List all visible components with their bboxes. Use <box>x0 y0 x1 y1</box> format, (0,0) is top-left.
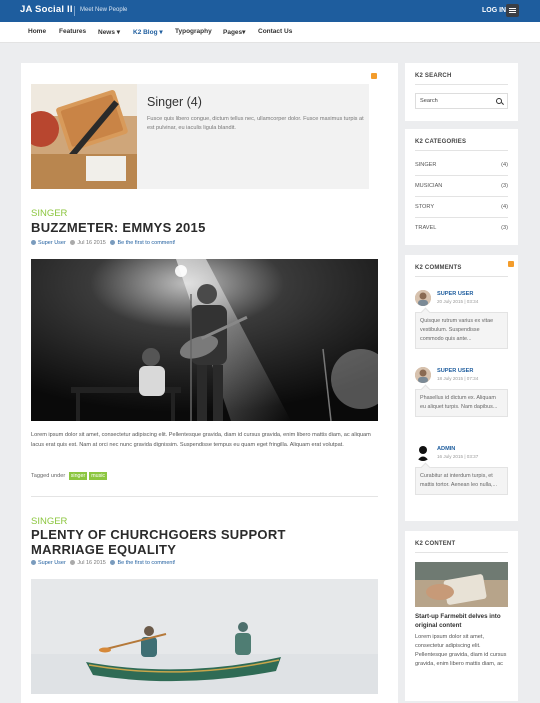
comment-text[interactable]: Curabitur at interdum turpis, et mattis … <box>415 467 508 495</box>
category-link-singer[interactable]: SINGER (4) <box>415 162 508 168</box>
search-placeholder: Search <box>420 98 438 104</box>
comment-author[interactable]: SUPER USER <box>437 291 473 297</box>
user-icon <box>31 240 36 246</box>
nav-item-contact-us[interactable]: Contact Us <box>258 28 292 35</box>
k2-categories-module: K2 CATEGORIES SINGER (4) MUSICIAN (3) STOR… <box>405 129 518 245</box>
main-content: Singer (4) Fusce quis libero congue, dic… <box>21 63 398 703</box>
avatar[interactable] <box>415 367 431 383</box>
rss-icon[interactable] <box>508 261 514 267</box>
content-title[interactable]: Start-up Farmebit delves into original c… <box>415 612 511 630</box>
comment-date: 18 July 2015 | 07:34 <box>437 376 479 381</box>
category-name: SINGER <box>415 162 437 168</box>
rss-icon[interactable] <box>371 73 377 79</box>
comment-item: SUPER USER 20 July 2015 | 03:34 Quisque … <box>415 290 508 356</box>
module-title: K2 CATEGORIES <box>415 139 467 145</box>
calendar-icon <box>70 240 76 246</box>
tagged-label: Tagged under <box>31 473 66 479</box>
category-count: (3) <box>501 225 508 231</box>
article-body: Lorem ipsum dolor sit amet, consectetur … <box>31 432 371 448</box>
article-comment-link[interactable]: Be the first to comment! <box>117 560 175 566</box>
tag-music[interactable]: music <box>89 472 108 480</box>
article-image[interactable] <box>31 259 378 421</box>
article-title[interactable]: PLENTY OF CHURCHGOERS SUPPORT MARRIAGE E… <box>31 527 361 557</box>
content-image[interactable] <box>415 562 508 607</box>
site-logo[interactable]: JA Social II <box>20 4 73 15</box>
row-divider <box>415 217 508 218</box>
category-link-travel[interactable]: TRAVEL (3) <box>415 225 508 231</box>
k2-search-module: K2 SEARCH Search <box>405 63 518 121</box>
nav-item-home[interactable]: Home <box>28 28 46 35</box>
article-date: Jul 16 2015 <box>77 560 106 566</box>
article-tags: Tagged under singer music <box>31 472 108 480</box>
article-category[interactable]: SINGER <box>31 208 67 219</box>
module-title-underline <box>415 150 508 151</box>
nav-item-k2-blog[interactable]: K2 Blog ▾ <box>133 28 163 36</box>
user-icon <box>31 560 36 566</box>
nav-item-news[interactable]: News ▾ <box>98 28 120 36</box>
category-header: Singer (4) Fusce quis libero congue, dic… <box>31 84 369 189</box>
avatar[interactable] <box>415 445 431 461</box>
main-nav: Home Features News ▾ K2 Blog ▾ Typograph… <box>0 22 540 43</box>
row-divider <box>415 196 508 197</box>
comment-text[interactable]: Quisque rutrum varius ex vitae vestibulu… <box>415 312 508 349</box>
top-bar: JA Social II Meet New People LOG IN <box>0 0 540 22</box>
login-button[interactable]: LOG IN <box>482 7 506 14</box>
category-count: (3) <box>501 183 508 189</box>
avatar[interactable] <box>415 290 431 306</box>
k2-comments-module: K2 COMMENTS SUPER USER 20 July 2015 | 03… <box>405 255 518 521</box>
article-image[interactable] <box>31 579 378 694</box>
nav-item-features[interactable]: Features <box>59 28 86 35</box>
nav-item-pages[interactable]: Pages▾ <box>223 28 245 36</box>
category-name: STORY <box>415 204 435 210</box>
category-link-story[interactable]: STORY (4) <box>415 204 508 210</box>
article-meta: Super User Jul 16 2015 Be the first to c… <box>31 240 176 246</box>
comment-author[interactable]: ADMIN <box>437 446 455 452</box>
category-count: (4) <box>501 162 508 168</box>
brand-divider <box>74 6 75 16</box>
comment-date: 16 July 2015 | 03:37 <box>437 454 479 459</box>
category-description: Fusce quis libero congue, dictum tellus … <box>147 116 364 131</box>
module-title: K2 CONTENT <box>415 541 456 547</box>
k2-content-module: K2 CONTENT Start-up Farmebit delves into… <box>405 531 518 701</box>
hamburger-menu-icon[interactable] <box>506 4 519 17</box>
content-body: Lorem ipsum dolor sit amet, consectetur … <box>415 634 507 667</box>
search-icon[interactable] <box>496 98 502 104</box>
calendar-icon <box>70 560 76 566</box>
module-title-underline <box>415 552 508 553</box>
module-title-underline <box>415 84 508 85</box>
article-divider <box>31 496 378 497</box>
comment-item: ADMIN 16 July 2015 | 03:37 Curabitur at … <box>415 445 508 511</box>
comment-author[interactable]: SUPER USER <box>437 368 473 374</box>
article-date: Jul 16 2015 <box>77 240 106 246</box>
module-title: K2 COMMENTS <box>415 265 462 271</box>
comment-icon <box>110 560 116 566</box>
article-comment-link[interactable]: Be the first to comment! <box>117 240 175 246</box>
article-title[interactable]: BUZZMETER: EMMYS 2015 <box>31 220 206 235</box>
row-divider <box>415 175 508 176</box>
category-name: MUSICIAN <box>415 183 443 189</box>
module-title: K2 SEARCH <box>415 73 452 79</box>
tag-singer[interactable]: singer <box>68 472 88 480</box>
category-name: TRAVEL <box>415 225 437 231</box>
module-title-underline <box>415 276 508 277</box>
article-meta: Super User Jul 16 2015 Be the first to c… <box>31 560 176 566</box>
comment-icon <box>110 240 116 246</box>
category-link-musician[interactable]: MUSICIAN (3) <box>415 183 508 189</box>
article-author[interactable]: Super User <box>38 240 66 246</box>
comment-text[interactable]: Phasellus id dictum ex. Aliquam eu aliqu… <box>415 389 508 417</box>
search-input[interactable]: Search <box>415 93 508 109</box>
category-title: Singer (4) <box>147 95 202 109</box>
category-count: (4) <box>501 204 508 210</box>
category-image <box>31 84 137 189</box>
nav-item-typography[interactable]: Typography <box>175 28 212 35</box>
article-category[interactable]: SINGER <box>31 516 67 527</box>
comment-date: 20 July 2015 | 03:34 <box>437 299 479 304</box>
site-tagline: Meet New People <box>80 7 128 13</box>
comment-item: SUPER USER 18 July 2015 | 07:34 Phasellu… <box>415 367 508 433</box>
article-author[interactable]: Super User <box>38 560 66 566</box>
